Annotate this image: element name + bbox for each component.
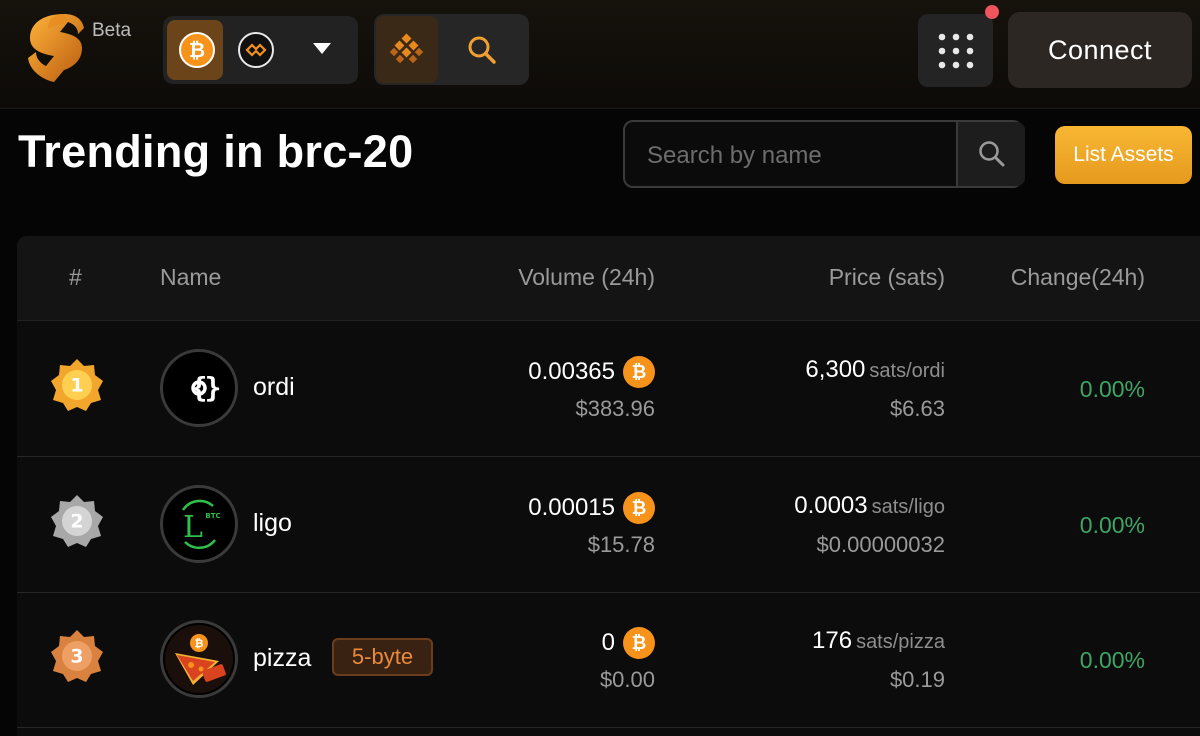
chain-selector[interactable]: ₿: [163, 16, 358, 84]
column-header-price[interactable]: Price (sats): [829, 264, 945, 291]
marketplace-button[interactable]: [376, 16, 438, 83]
column-header-change[interactable]: Change(24h): [1011, 264, 1145, 291]
apps-menu-button[interactable]: [918, 14, 993, 87]
rank-number: 1: [70, 375, 83, 397]
price-sats: 0.0003 sats/ligo: [794, 492, 945, 520]
bronze-medal-icon: 3: [51, 630, 103, 682]
top-navigation-bar: Beta ₿ Connect: [0, 0, 1200, 109]
tool-switcher: [374, 14, 529, 85]
ligo-logo-icon: L BTC: [181, 499, 221, 550]
price-sats: 176 sats/pizza: [812, 627, 945, 655]
notification-dot: [985, 5, 999, 19]
column-header-name[interactable]: Name: [160, 264, 221, 291]
gold-medal-icon: 1: [51, 359, 103, 411]
volume-btc: 0.00015 ₿: [528, 492, 655, 524]
column-header-volume[interactable]: Volume (24h): [518, 264, 655, 291]
change-24h: 0.00%: [1079, 647, 1145, 673]
chevron-down-icon[interactable]: [313, 43, 331, 54]
price-sats-value: 0.0003: [794, 492, 868, 519]
price-unit: sats/pizza: [856, 631, 945, 653]
pizza-logo-icon: ₿: [165, 625, 233, 693]
ordi-logo-icon: { }: [191, 371, 221, 404]
table-header: # Name Volume (24h) Price (sats) Change(…: [17, 236, 1200, 321]
svg-text:}: }: [205, 371, 221, 404]
ordi-avatar: { }: [160, 349, 238, 427]
five-byte-badge: 5-byte: [332, 638, 433, 676]
search-input[interactable]: [645, 136, 949, 176]
change-24h: 0.00%: [1079, 512, 1145, 538]
connect-wallet-button[interactable]: Connect: [1008, 12, 1192, 88]
price-sats: 6,300 sats/ordi: [805, 356, 945, 384]
search-icon[interactable]: [466, 34, 498, 66]
diamond-grid-icon: [389, 33, 424, 64]
table-row[interactable]: 1 { } ordi 0.00365 ₿ $383.96 6,300 sats/o…: [17, 321, 1200, 457]
table-row[interactable]: 2 L BTC ligo 0.00015 ₿ $15.78 0.0003 sats…: [17, 457, 1200, 593]
pizza-avatar: ₿: [160, 620, 238, 698]
silver-medal-icon: 2: [51, 495, 103, 547]
volume-btc: 0 ₿: [602, 627, 655, 659]
beta-label: Beta: [92, 20, 132, 41]
price-sats-value: 6,300: [805, 356, 866, 383]
price-sats-value: 176: [812, 627, 853, 654]
price-usd: $0.19: [889, 667, 945, 692]
volume-usd: $383.96: [575, 396, 655, 421]
search-button[interactable]: [956, 122, 1025, 186]
volume-usd: $0.00: [599, 667, 655, 692]
trending-table: # Name Volume (24h) Price (sats) Change(…: [17, 236, 1200, 736]
search-icon: [978, 141, 1004, 167]
price-usd: $6.63: [889, 396, 945, 421]
token-name[interactable]: ligo: [253, 509, 292, 538]
chain-option-fractal-icon[interactable]: [238, 32, 274, 68]
volume-btc-value: 0.00015: [528, 494, 615, 521]
svg-text:₿: ₿: [195, 637, 204, 650]
volume-btc: 0.00365 ₿: [528, 356, 655, 388]
table-row[interactable]: 3 ₿ pizza 5-byte 0 ₿ $0.00 176 sats/pizza…: [17, 592, 1200, 728]
column-header-rank: #: [69, 264, 82, 290]
app-logo[interactable]: [24, 10, 88, 90]
bitcoin-icon: ₿: [623, 356, 655, 388]
volume-btc-value: 0.00365: [528, 358, 615, 385]
svg-text:L: L: [183, 510, 203, 545]
volume-btc-value: 0: [601, 629, 615, 656]
grid-dots-icon: [938, 33, 974, 69]
volume-usd: $15.78: [587, 532, 655, 557]
change-24h: 0.00%: [1079, 376, 1145, 402]
price-unit: sats/ordi: [869, 360, 945, 382]
svg-text:BTC: BTC: [205, 512, 220, 520]
chain-option-bitcoin[interactable]: ₿: [167, 20, 223, 80]
price-usd: $0.00000032: [816, 532, 945, 557]
page-title: Trending in brc-20: [18, 126, 414, 177]
token-name[interactable]: pizza: [253, 644, 311, 673]
price-unit: sats/ligo: [871, 496, 945, 518]
bitcoin-icon: ₿: [623, 492, 655, 524]
rank-number: 2: [70, 511, 83, 533]
list-assets-button[interactable]: List Assets: [1055, 126, 1192, 184]
bitcoin-icon: ₿: [179, 32, 215, 68]
bitcoin-icon: ₿: [623, 627, 655, 659]
token-name[interactable]: ordi: [253, 373, 295, 402]
ligo-avatar: L BTC: [160, 485, 238, 563]
search-box: [623, 120, 1025, 188]
rank-number: 3: [70, 646, 83, 668]
